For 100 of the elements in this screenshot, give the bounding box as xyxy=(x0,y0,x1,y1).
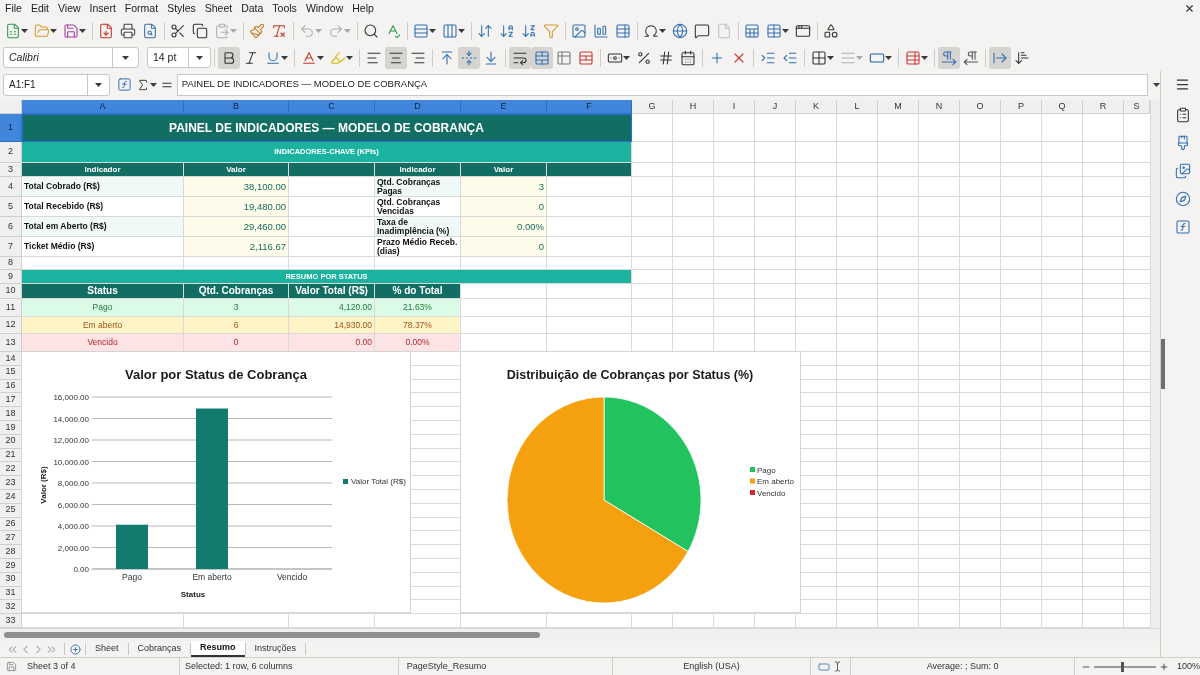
row-header[interactable]: 32 xyxy=(0,600,22,615)
function-icon[interactable] xyxy=(116,77,132,92)
row-header[interactable]: 33 xyxy=(0,614,22,628)
column-header[interactable]: S xyxy=(1124,100,1150,114)
menu-item[interactable]: Format xyxy=(120,3,163,14)
middle-button[interactable] xyxy=(458,46,480,69)
column-header[interactable]: E xyxy=(461,100,547,114)
bar xyxy=(116,524,148,569)
row-header[interactable]: 17 xyxy=(0,393,22,408)
column-header[interactable]: M xyxy=(878,100,919,114)
font-name-field[interactable]: Calibri xyxy=(3,47,139,68)
column-header[interactable]: F xyxy=(547,100,632,114)
sheet-tab[interactable]: Resumo xyxy=(191,641,245,657)
row-header[interactable]: 27 xyxy=(0,531,22,546)
sheet-tab[interactable]: Cobranças xyxy=(128,641,191,657)
language[interactable]: English (USA) xyxy=(683,659,740,674)
globe-icon xyxy=(672,22,688,39)
column-header[interactable]: K xyxy=(796,100,837,114)
scrollbar-thumb[interactable] xyxy=(4,632,540,638)
row-header[interactable]: 6 xyxy=(0,217,22,237)
caret-icon xyxy=(94,82,102,87)
spreadsheet-grid[interactable] xyxy=(0,100,1150,628)
ltr-button[interactable] xyxy=(938,46,960,69)
folder-icon xyxy=(34,22,50,39)
column-header[interactable]: R xyxy=(1083,100,1124,114)
menu-item[interactable]: Styles xyxy=(162,3,201,14)
column-header[interactable]: O xyxy=(960,100,1001,114)
menu-item[interactable]: Tools xyxy=(267,3,302,14)
row-header[interactable]: 4 xyxy=(0,177,22,197)
row-header[interactable]: 14 xyxy=(0,352,22,366)
row-header[interactable]: 11 xyxy=(0,299,22,317)
row-header[interactable]: 12 xyxy=(0,317,22,334)
table-icon xyxy=(766,22,782,39)
column-header[interactable]: H xyxy=(673,100,714,114)
table-cell: Taxa de Inadimplência (%) xyxy=(375,217,461,237)
row-header[interactable]: 9 xyxy=(0,270,22,284)
row-header[interactable]: 2 xyxy=(0,142,22,163)
zoom-level[interactable]: 100% xyxy=(1176,659,1200,674)
menu-item[interactable]: Data xyxy=(236,3,268,14)
compass-icon[interactable] xyxy=(1174,191,1191,207)
chart-title: Distribuição de Cobranças por Status (%) xyxy=(506,368,754,382)
close-icon[interactable] xyxy=(1184,3,1195,14)
sidebar-handle[interactable] xyxy=(1161,339,1165,389)
menu-icon[interactable] xyxy=(1175,77,1190,92)
header-cell: Indicador xyxy=(22,163,184,177)
menu-item[interactable]: Help xyxy=(347,3,379,14)
mergecenter-button[interactable] xyxy=(531,46,553,69)
pilcrow-icon xyxy=(963,49,979,66)
column-header[interactable]: A xyxy=(22,100,184,114)
zoom-in-icon[interactable] xyxy=(1158,661,1169,672)
menu-item[interactable]: Edit xyxy=(26,3,54,14)
row-header[interactable]: 10 xyxy=(0,284,22,299)
column-header[interactable]: D xyxy=(375,100,461,114)
column-header[interactable]: P xyxy=(1001,100,1042,114)
caret-icon xyxy=(1153,82,1160,87)
name-box[interactable]: A1:F1 xyxy=(3,73,110,96)
wrap-button[interactable] xyxy=(509,46,531,69)
column-header[interactable]: Q xyxy=(1042,100,1083,114)
column-header[interactable]: C xyxy=(289,100,375,114)
funnel-icon xyxy=(543,22,559,39)
caret-icon xyxy=(196,55,203,60)
row-header[interactable]: 18 xyxy=(0,407,22,421)
list-icon[interactable] xyxy=(1174,107,1191,123)
table-cell: 38,100.00 xyxy=(184,177,289,197)
row-header[interactable]: 22 xyxy=(0,462,22,477)
images-icon[interactable] xyxy=(1174,163,1191,179)
menu-item[interactable]: Window xyxy=(301,3,348,14)
add-sheet-icon[interactable] xyxy=(70,643,81,655)
column-header[interactable]: G xyxy=(632,100,673,114)
row-header[interactable]: 5 xyxy=(0,197,22,217)
menu-item[interactable]: View xyxy=(53,3,86,14)
column-header[interactable]: J xyxy=(755,100,796,114)
row-header[interactable]: 3 xyxy=(0,163,22,177)
center-button[interactable] xyxy=(385,46,407,69)
formula-input[interactable]: PAINEL DE INDICADORES — MODELO DE COBRANÇA xyxy=(176,73,1148,96)
font-size-field[interactable]: 14 pt xyxy=(147,47,211,68)
bold-button[interactable] xyxy=(218,46,240,69)
column-header[interactable]: I xyxy=(714,100,755,114)
menu-item[interactable]: File xyxy=(0,3,27,14)
clipboard-icon xyxy=(214,22,230,39)
row-header[interactable]: 28 xyxy=(0,545,22,559)
column-header[interactable]: B xyxy=(184,100,289,114)
caret-icon xyxy=(344,28,351,33)
row-header[interactable]: 8 xyxy=(0,257,22,270)
column-header[interactable]: L xyxy=(837,100,878,114)
vertical-scrollbar[interactable] xyxy=(1150,100,1160,628)
row-header[interactable]: 1 xyxy=(0,114,22,142)
column-header[interactable]: N xyxy=(919,100,960,114)
row-header[interactable]: 13 xyxy=(0,334,22,352)
caret-icon xyxy=(122,55,129,60)
page-style[interactable]: PageStyle_Resumo xyxy=(406,659,487,674)
menu-item[interactable]: Sheet xyxy=(200,3,237,14)
sheet-tab[interactable]: Sheet xyxy=(86,641,128,657)
function-icon[interactable] xyxy=(1174,219,1191,235)
zoom-thumb[interactable] xyxy=(1121,661,1124,672)
menu-item[interactable]: Insert xyxy=(85,3,121,14)
table-cell: 6 xyxy=(184,317,289,334)
row-header[interactable]: 23 xyxy=(0,476,22,490)
sheet-tab[interactable]: Instruções xyxy=(245,641,306,657)
row-header[interactable]: 7 xyxy=(0,237,22,257)
